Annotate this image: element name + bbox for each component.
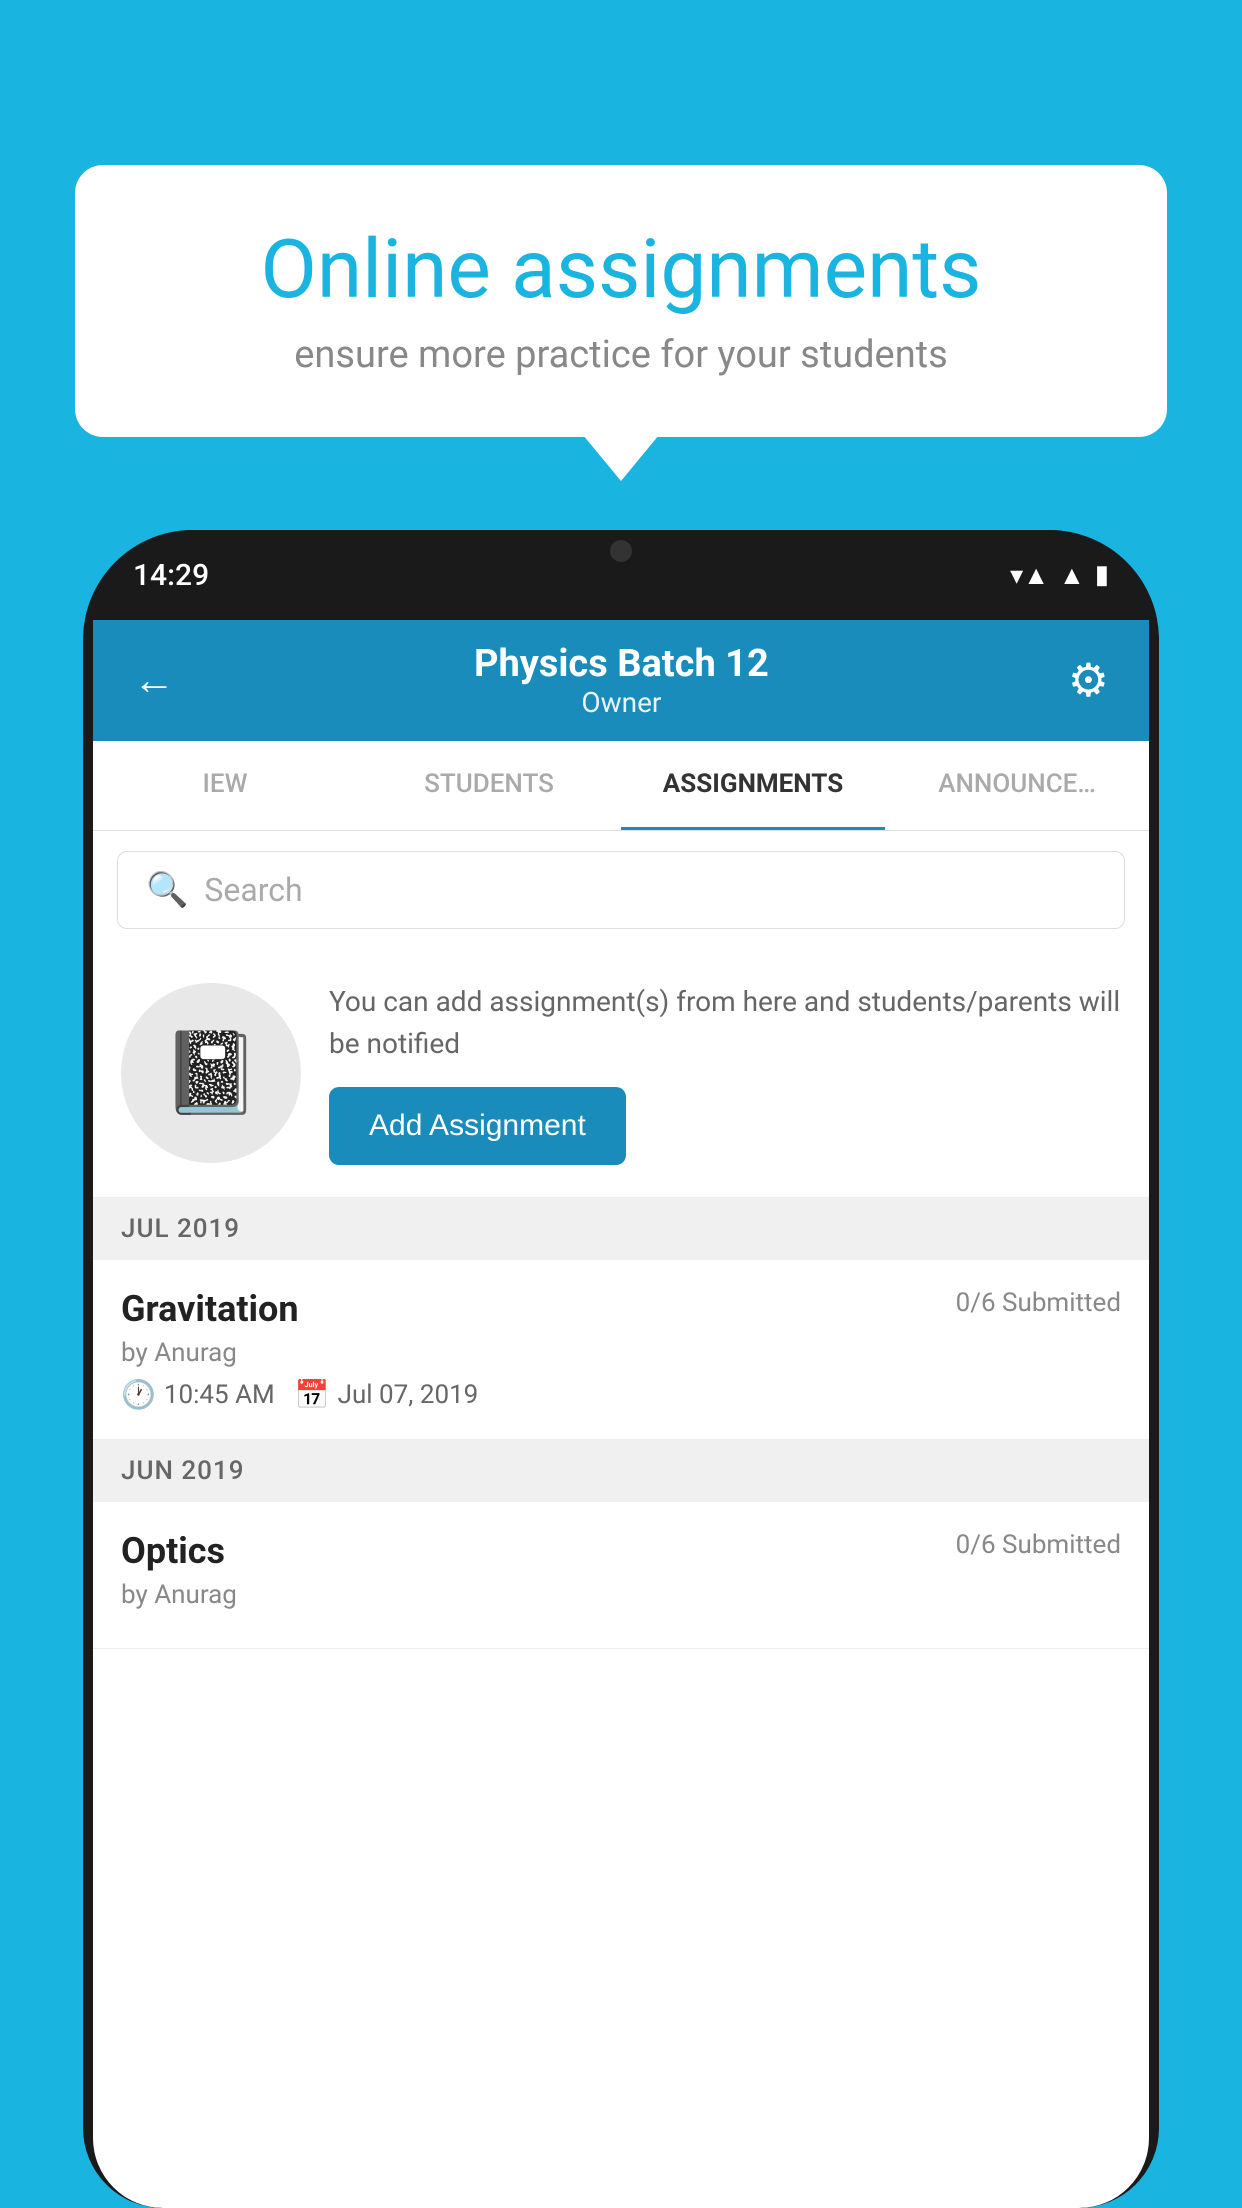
assignment-submitted-gravitation: 0/6 Submitted xyxy=(956,1288,1121,1318)
assignment-submitted-optics: 0/6 Submitted xyxy=(956,1530,1121,1560)
section-header-jul: JUL 2019 xyxy=(93,1198,1149,1260)
tab-assignments[interactable]: ASSIGNMENTS xyxy=(621,741,885,830)
battery-icon: ▮ xyxy=(1095,560,1109,590)
speech-bubble-subtitle: ensure more practice for your students xyxy=(145,333,1097,377)
notebook-circle: 📓 xyxy=(121,983,301,1163)
assignment-time-gravitation: 🕐 10:45 AM xyxy=(121,1378,275,1411)
phone-time: 14:29 xyxy=(133,558,209,593)
assignment-by-optics: by Anurag xyxy=(121,1580,1121,1610)
signal-icon: ▲ xyxy=(1059,560,1085,591)
phone-screen: ← Physics Batch 12 Owner ⚙ IEW STUDENTS … xyxy=(93,620,1149,2208)
assignment-item-gravitation[interactable]: Gravitation 0/6 Submitted by Anurag 🕐 10… xyxy=(93,1260,1149,1440)
notebook-icon: 📓 xyxy=(161,1026,261,1120)
search-placeholder-text: Search xyxy=(204,871,302,909)
assignment-time-value: 10:45 AM xyxy=(164,1380,275,1410)
phone-frame: 14:29 ▾▲ ▲ ▮ ← Physics Batch 12 Owner ⚙ … xyxy=(83,530,1159,2208)
phone-camera xyxy=(610,540,632,562)
back-button[interactable]: ← xyxy=(133,656,175,705)
tabs-bar: IEW STUDENTS ASSIGNMENTS ANNOUNCE… xyxy=(93,741,1149,831)
speech-bubble: Online assignments ensure more practice … xyxy=(75,165,1167,437)
clock-icon: 🕐 xyxy=(121,1378,156,1411)
assignment-item-optics[interactable]: Optics 0/6 Submitted by Anurag xyxy=(93,1502,1149,1649)
add-assignment-button[interactable]: Add Assignment xyxy=(329,1087,626,1165)
speech-bubble-title: Online assignments xyxy=(145,225,1097,315)
wifi-icon: ▾▲ xyxy=(1010,560,1049,591)
search-icon: 🔍 xyxy=(146,870,188,910)
calendar-icon: 📅 xyxy=(295,1378,330,1411)
assignment-row-top: Gravitation 0/6 Submitted xyxy=(121,1288,1121,1330)
batch-name: Physics Batch 12 xyxy=(474,642,769,686)
app-header: ← Physics Batch 12 Owner ⚙ xyxy=(93,620,1149,741)
promo-block: 📓 You can add assignment(s) from here an… xyxy=(93,949,1149,1198)
header-title-block: Physics Batch 12 Owner xyxy=(474,642,769,719)
assignment-title-gravitation: Gravitation xyxy=(121,1288,299,1330)
section-header-jun: JUN 2019 xyxy=(93,1440,1149,1502)
phone-top-bar: 14:29 ▾▲ ▲ ▮ xyxy=(83,530,1159,620)
assignment-title-optics: Optics xyxy=(121,1530,225,1572)
promo-description: You can add assignment(s) from here and … xyxy=(329,981,1121,1065)
batch-role: Owner xyxy=(474,686,769,719)
search-bar[interactable]: 🔍 Search xyxy=(117,851,1125,929)
search-container: 🔍 Search xyxy=(93,831,1149,949)
phone-notch xyxy=(561,530,681,572)
assignment-row-top-optics: Optics 0/6 Submitted xyxy=(121,1530,1121,1572)
promo-text-block: You can add assignment(s) from here and … xyxy=(329,981,1121,1165)
assignment-date-value: Jul 07, 2019 xyxy=(338,1380,479,1410)
settings-icon[interactable]: ⚙ xyxy=(1068,653,1109,708)
assignment-by-gravitation: by Anurag xyxy=(121,1338,1121,1368)
speech-bubble-container: Online assignments ensure more practice … xyxy=(75,165,1167,437)
assignment-meta-gravitation: 🕐 10:45 AM 📅 Jul 07, 2019 xyxy=(121,1378,1121,1411)
tab-iew[interactable]: IEW xyxy=(93,741,357,830)
phone-status-icons: ▾▲ ▲ ▮ xyxy=(1010,560,1109,591)
tab-students[interactable]: STUDENTS xyxy=(357,741,621,830)
assignment-date-gravitation: 📅 Jul 07, 2019 xyxy=(295,1378,479,1411)
tab-announcements[interactable]: ANNOUNCE… xyxy=(885,741,1149,830)
